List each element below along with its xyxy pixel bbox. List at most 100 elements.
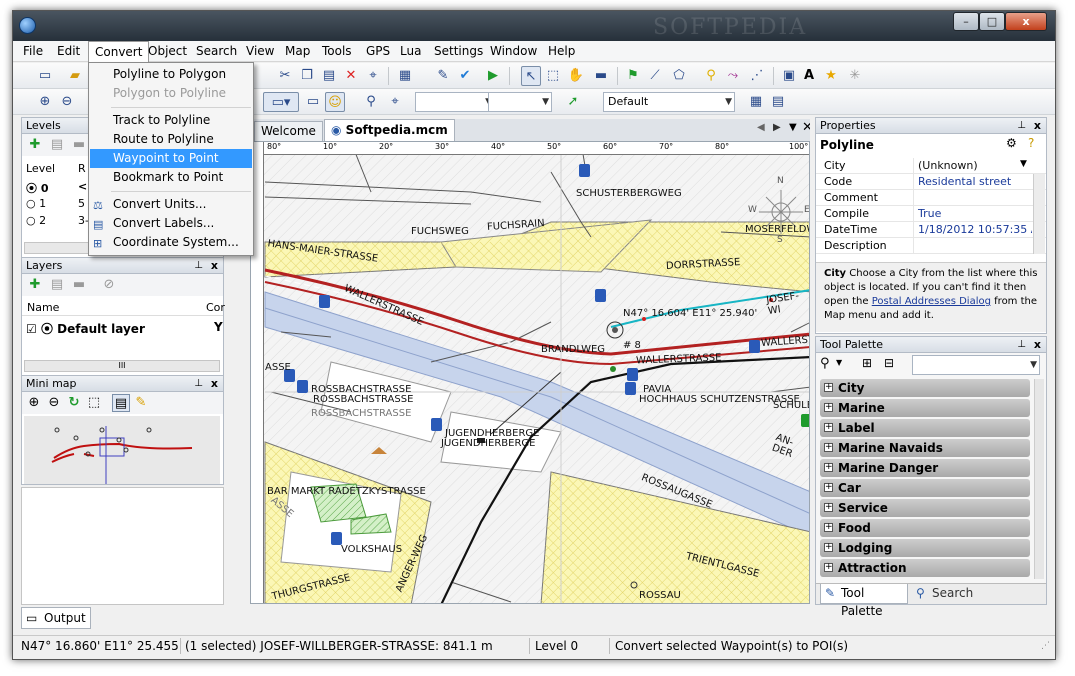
run-icon[interactable]: ▶	[483, 66, 503, 86]
filter-icon[interactable]: ⚲	[820, 356, 830, 371]
menu-item-coordinate-system[interactable]: ⊞ Coordinate System...	[90, 233, 252, 252]
zoom-in-icon[interactable]: ⊕	[25, 394, 43, 412]
polygon-tool-icon[interactable]: ⬠	[669, 66, 689, 86]
image-tool-icon[interactable]: ▣	[779, 66, 799, 86]
remove-level-icon[interactable]: ▬	[70, 136, 88, 154]
menu-item-track-to-polyline[interactable]: Track to Polyline	[90, 111, 252, 130]
menu-object[interactable]: Object	[142, 41, 193, 62]
waypoint-flag-icon[interactable]: ⚑	[623, 66, 643, 86]
layer-row[interactable]: ☑ ⦿ Default layer Y	[26, 320, 223, 338]
go-arrow-icon[interactable]: ➚	[563, 92, 583, 112]
pan-hand-icon[interactable]: ✋	[566, 66, 586, 86]
fit-icon[interactable]: ⬚	[85, 394, 103, 412]
close-panel-icon[interactable]: x	[211, 376, 218, 391]
prop-row-city[interactable]: City (Unknown) ▼	[816, 158, 1046, 174]
add-layer-icon[interactable]: ✚	[26, 276, 44, 294]
palette-filter-combo[interactable]: ▼	[912, 355, 1040, 375]
point-tool-icon[interactable]: ⚲	[701, 66, 721, 86]
prop-value[interactable]: Residental street	[916, 174, 1032, 190]
pin-icon[interactable]: ⊥	[1017, 118, 1026, 133]
select-object-icon[interactable]: ⌖	[363, 66, 383, 86]
layer-style-icon[interactable]: ▭▾	[263, 92, 299, 112]
open-folder-icon[interactable]: ▰	[65, 66, 85, 86]
route-tool-icon[interactable]: ⤳	[723, 66, 743, 86]
refresh-icon[interactable]: ↻	[65, 394, 83, 412]
zoom-in-icon[interactable]: ⊕	[35, 92, 55, 112]
pin-icon[interactable]: ⊥	[1017, 337, 1026, 352]
prop-value[interactable]: 1/18/2012 10:57:35 AM	[916, 222, 1032, 238]
find-icon[interactable]: ⚲	[361, 92, 381, 112]
menu-gps[interactable]: GPS	[360, 41, 396, 62]
collapse-icon[interactable]: ⊟	[884, 356, 894, 370]
edit-level-icon[interactable]: ▤	[48, 136, 66, 154]
pin-icon[interactable]: ⊥	[194, 376, 203, 391]
measure-icon[interactable]: ▬	[591, 66, 611, 86]
zoom-rect-icon[interactable]: ⬚	[543, 66, 563, 86]
prop-row-description[interactable]: Description	[816, 238, 1046, 254]
prop-row-compile[interactable]: Compile True	[816, 206, 1046, 222]
close-panel-icon[interactable]: x	[1034, 337, 1041, 352]
help-icon[interactable]: ?	[1028, 136, 1034, 150]
category-attraction[interactable]: + Attraction	[820, 559, 1030, 577]
prop-row-datetime[interactable]: DateTime 1/18/2012 10:57:35 AM	[816, 222, 1046, 238]
check-icon[interactable]: ✔	[455, 66, 475, 86]
style-combo[interactable]: Default ▼	[603, 92, 735, 112]
map-canvas[interactable]: 80° 10° 20° 30° 40° 50° 60° 70° 80° 100°…	[250, 141, 810, 604]
menu-help[interactable]: Help	[542, 41, 581, 62]
chevron-down-icon[interactable]: ▼	[836, 358, 842, 367]
minimize-button[interactable]: –	[953, 12, 979, 31]
palette-scrollbar[interactable]	[1034, 379, 1044, 579]
prop-value[interactable]	[916, 238, 1032, 254]
expand-icon[interactable]: ⊞	[862, 356, 872, 370]
menu-item-waypoint-to-point[interactable]: Waypoint to Point	[90, 149, 252, 168]
checkbox-icon[interactable]: ☑	[26, 322, 37, 336]
pointer-tool-icon[interactable]: ↖	[521, 66, 541, 86]
menu-view[interactable]: View	[240, 41, 280, 62]
layers-toggle-icon[interactable]: ▤	[112, 394, 130, 412]
new-file-icon[interactable]: ▭	[35, 66, 55, 86]
polyline-tool-icon[interactable]: ⟋	[645, 66, 665, 86]
window-cascade-icon[interactable]: ▤	[768, 92, 788, 112]
category-service[interactable]: + Service	[820, 499, 1030, 517]
menu-convert[interactable]: Convert	[88, 41, 150, 62]
menu-item-route-to-polyline[interactable]: Route to Polyline	[90, 130, 252, 149]
window-tile-icon[interactable]: ▦	[746, 92, 766, 112]
menu-item-bookmark-to-point[interactable]: Bookmark to Point	[90, 168, 252, 187]
tab-list-icon[interactable]: ▼	[789, 122, 797, 133]
tab-scroll-left-icon[interactable]: ◀	[757, 122, 765, 133]
menu-window[interactable]: Window	[484, 41, 543, 62]
radio-icon[interactable]: ⦿	[41, 322, 53, 336]
star-tool-icon[interactable]: ★	[821, 66, 841, 86]
paste-icon[interactable]: ▤	[319, 66, 339, 86]
sort-icon[interactable]: ⚙	[1006, 136, 1017, 150]
close-panel-icon[interactable]: x	[211, 258, 218, 273]
font-combo[interactable]: ▼	[415, 92, 495, 112]
text-tool-icon[interactable]: A	[799, 66, 819, 86]
remove-layer-icon[interactable]: ▬	[70, 276, 88, 294]
prop-value[interactable]: (Unknown)	[916, 158, 1032, 174]
close-panel-icon[interactable]: x	[1034, 118, 1041, 133]
crosshair-icon[interactable]: ⌖	[385, 92, 405, 112]
chevron-down-icon[interactable]: ▼	[1020, 159, 1027, 169]
tab-search[interactable]: ⚲ Search	[912, 584, 980, 604]
delete-icon[interactable]: ✕	[341, 66, 361, 86]
size-combo[interactable]: ▼	[488, 92, 552, 112]
smiley-icon[interactable]: ☺	[325, 92, 345, 112]
copy-icon[interactable]: ❐	[297, 66, 317, 86]
tab-welcome[interactable]: Welcome	[254, 121, 323, 141]
edit-layer-icon[interactable]: ▤	[48, 276, 66, 294]
pencil-icon[interactable]: ✎	[132, 394, 150, 412]
layers-scrollbar[interactable]: III	[24, 360, 220, 372]
tab-softpedia[interactable]: ◉ Softpedia.mcm	[324, 119, 455, 141]
category-marine-danger[interactable]: + Marine Danger	[820, 459, 1030, 477]
minimap-canvas[interactable]	[24, 416, 220, 484]
tab-tool-palette[interactable]: ✎ Tool Palette	[820, 584, 908, 618]
category-car[interactable]: + Car	[820, 479, 1030, 497]
layer-settings-icon[interactable]: ⊘	[100, 276, 118, 294]
globe-icon[interactable]	[19, 17, 36, 34]
menu-item-convert-labels[interactable]: ▤ Convert Labels...	[90, 214, 252, 233]
cut-icon[interactable]: ✂	[275, 66, 295, 86]
postal-addresses-link[interactable]: Postal Addresses Dialog	[872, 296, 991, 307]
category-marine[interactable]: + Marine	[820, 399, 1030, 417]
category-lodging[interactable]: + Lodging	[820, 539, 1030, 557]
